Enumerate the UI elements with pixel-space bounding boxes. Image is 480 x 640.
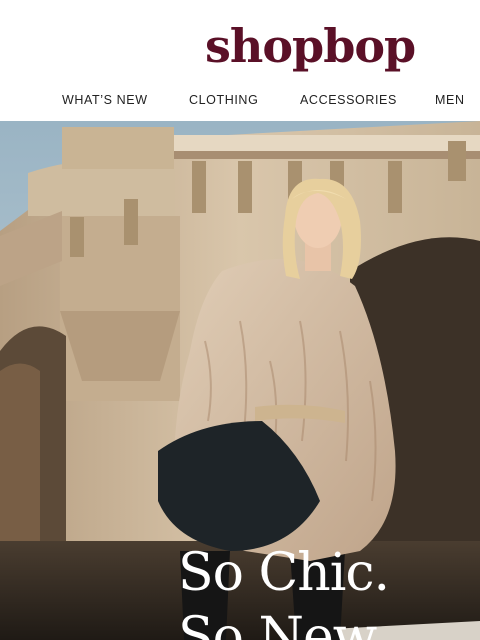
nav-item-whats-new[interactable]: WHAT’S NEW: [62, 92, 148, 108]
hero-headline: So Chic. So New.: [178, 541, 390, 640]
email-header: shopbop WHAT’S NEW CLOTHING ACCESSORIES …: [0, 0, 480, 120]
hero-headline-line2: So New.: [178, 607, 387, 640]
shopbop-logo[interactable]: shopbop: [205, 18, 416, 74]
hero-headline-line1: So Chic.: [178, 543, 390, 603]
nav-item-men[interactable]: MEN: [435, 92, 465, 108]
hero-banner[interactable]: So Chic. So New.: [0, 121, 480, 640]
nav-item-clothing[interactable]: CLOTHING: [189, 92, 258, 108]
top-navigation: WHAT’S NEW CLOTHING ACCESSORIES MEN: [0, 92, 480, 110]
nav-item-accessories[interactable]: ACCESSORIES: [300, 92, 397, 108]
